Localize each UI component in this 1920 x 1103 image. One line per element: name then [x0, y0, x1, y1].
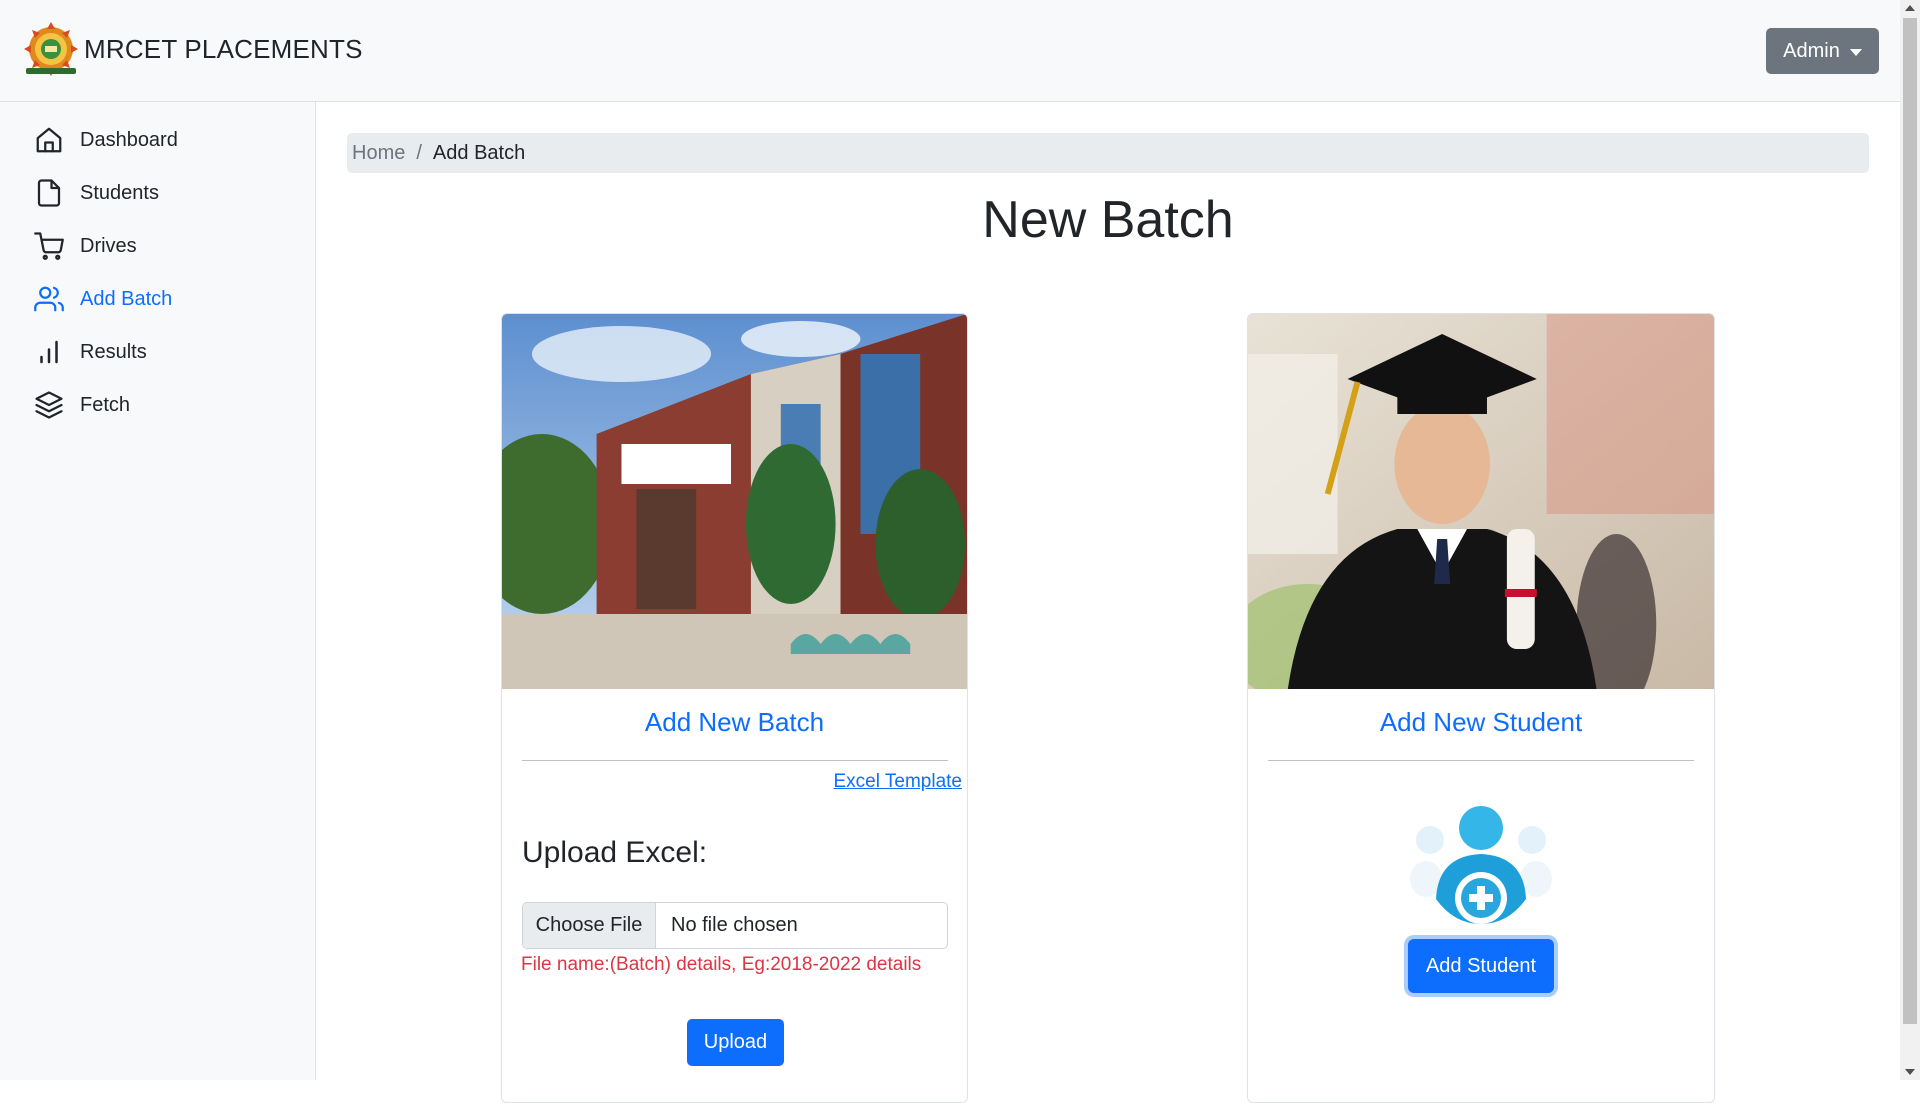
sidebar-item-drives[interactable]: Drives: [34, 229, 137, 263]
add-user-icon: [1410, 806, 1552, 924]
add-batch-card: Add New Batch Excel Template Upload Exce…: [501, 313, 968, 1103]
page-scrollbar[interactable]: [1900, 0, 1920, 1080]
bar-chart-icon: [40, 340, 58, 364]
layers-icon: [35, 391, 63, 419]
add-student-button[interactable]: Add Student: [1408, 939, 1554, 993]
file-name-hint: File name:(Batch) details, Eg:2018-2022 …: [521, 954, 922, 975]
sidebar-item-fetch[interactable]: Fetch: [34, 388, 130, 422]
upload-button[interactable]: Upload: [687, 1019, 784, 1066]
breadcrumb-current: Add Batch: [432, 141, 526, 164]
admin-dropdown-button[interactable]: Admin: [1766, 28, 1879, 74]
add-student-card: Add New Student Add Student: [1247, 313, 1715, 1103]
admin-label: Admin: [1783, 39, 1840, 62]
sidebar-item-label: Dashboard: [80, 128, 178, 151]
sidebar-item-label: Students: [80, 181, 159, 204]
file-status-text: No file chosen: [671, 914, 798, 936]
sidebar-item-label: Fetch: [80, 393, 131, 416]
sidebar: Dashboard Students Drives Add Batch Resu…: [0, 102, 316, 1080]
brand-name: MRCET PLACEMENTS: [84, 33, 363, 64]
excel-template-link[interactable]: Excel Template: [834, 771, 963, 793]
breadcrumb-home-link[interactable]: Home: [352, 142, 405, 165]
home-icon: [36, 127, 62, 153]
sidebar-item-label: Drives: [80, 234, 137, 257]
breadcrumb: Home / Add Batch: [347, 133, 1869, 173]
scroll-down-icon[interactable]: [1905, 1069, 1915, 1075]
add-batch-title: Add New Batch: [644, 707, 825, 737]
page-title: New Batch: [982, 191, 1234, 249]
choose-file-button[interactable]: Choose File: [523, 903, 656, 948]
cart-icon: [34, 232, 64, 260]
upload-excel-label: Upload Excel:: [522, 836, 708, 869]
add-student-title: Add New Student: [1379, 707, 1583, 737]
file-icon: [37, 179, 61, 207]
college-building-image: [502, 314, 967, 689]
brand[interactable]: MRCET PLACEMENTS: [20, 22, 363, 76]
top-navbar: MRCET PLACEMENTS Admin: [0, 0, 1900, 102]
caret-down-icon: [1849, 48, 1862, 56]
scroll-up-icon[interactable]: [1905, 5, 1915, 11]
users-icon: [34, 286, 64, 312]
divider: [522, 760, 948, 761]
sidebar-item-dashboard[interactable]: Dashboard: [34, 123, 178, 157]
college-logo-icon: [24, 22, 78, 76]
sidebar-item-label: Add Batch: [80, 287, 173, 310]
sidebar-item-label: Results: [80, 340, 147, 363]
sidebar-item-results[interactable]: Results: [34, 335, 147, 369]
sidebar-item-add-batch[interactable]: Add Batch: [34, 282, 172, 316]
scrollbar-thumb[interactable]: [1903, 18, 1917, 1024]
excel-file-input[interactable]: Choose File No file chosen: [522, 902, 948, 949]
divider: [1268, 760, 1694, 761]
breadcrumb-separator: /: [416, 141, 422, 164]
sidebar-item-students[interactable]: Students: [34, 176, 159, 210]
graduate-student-image: [1248, 314, 1714, 689]
